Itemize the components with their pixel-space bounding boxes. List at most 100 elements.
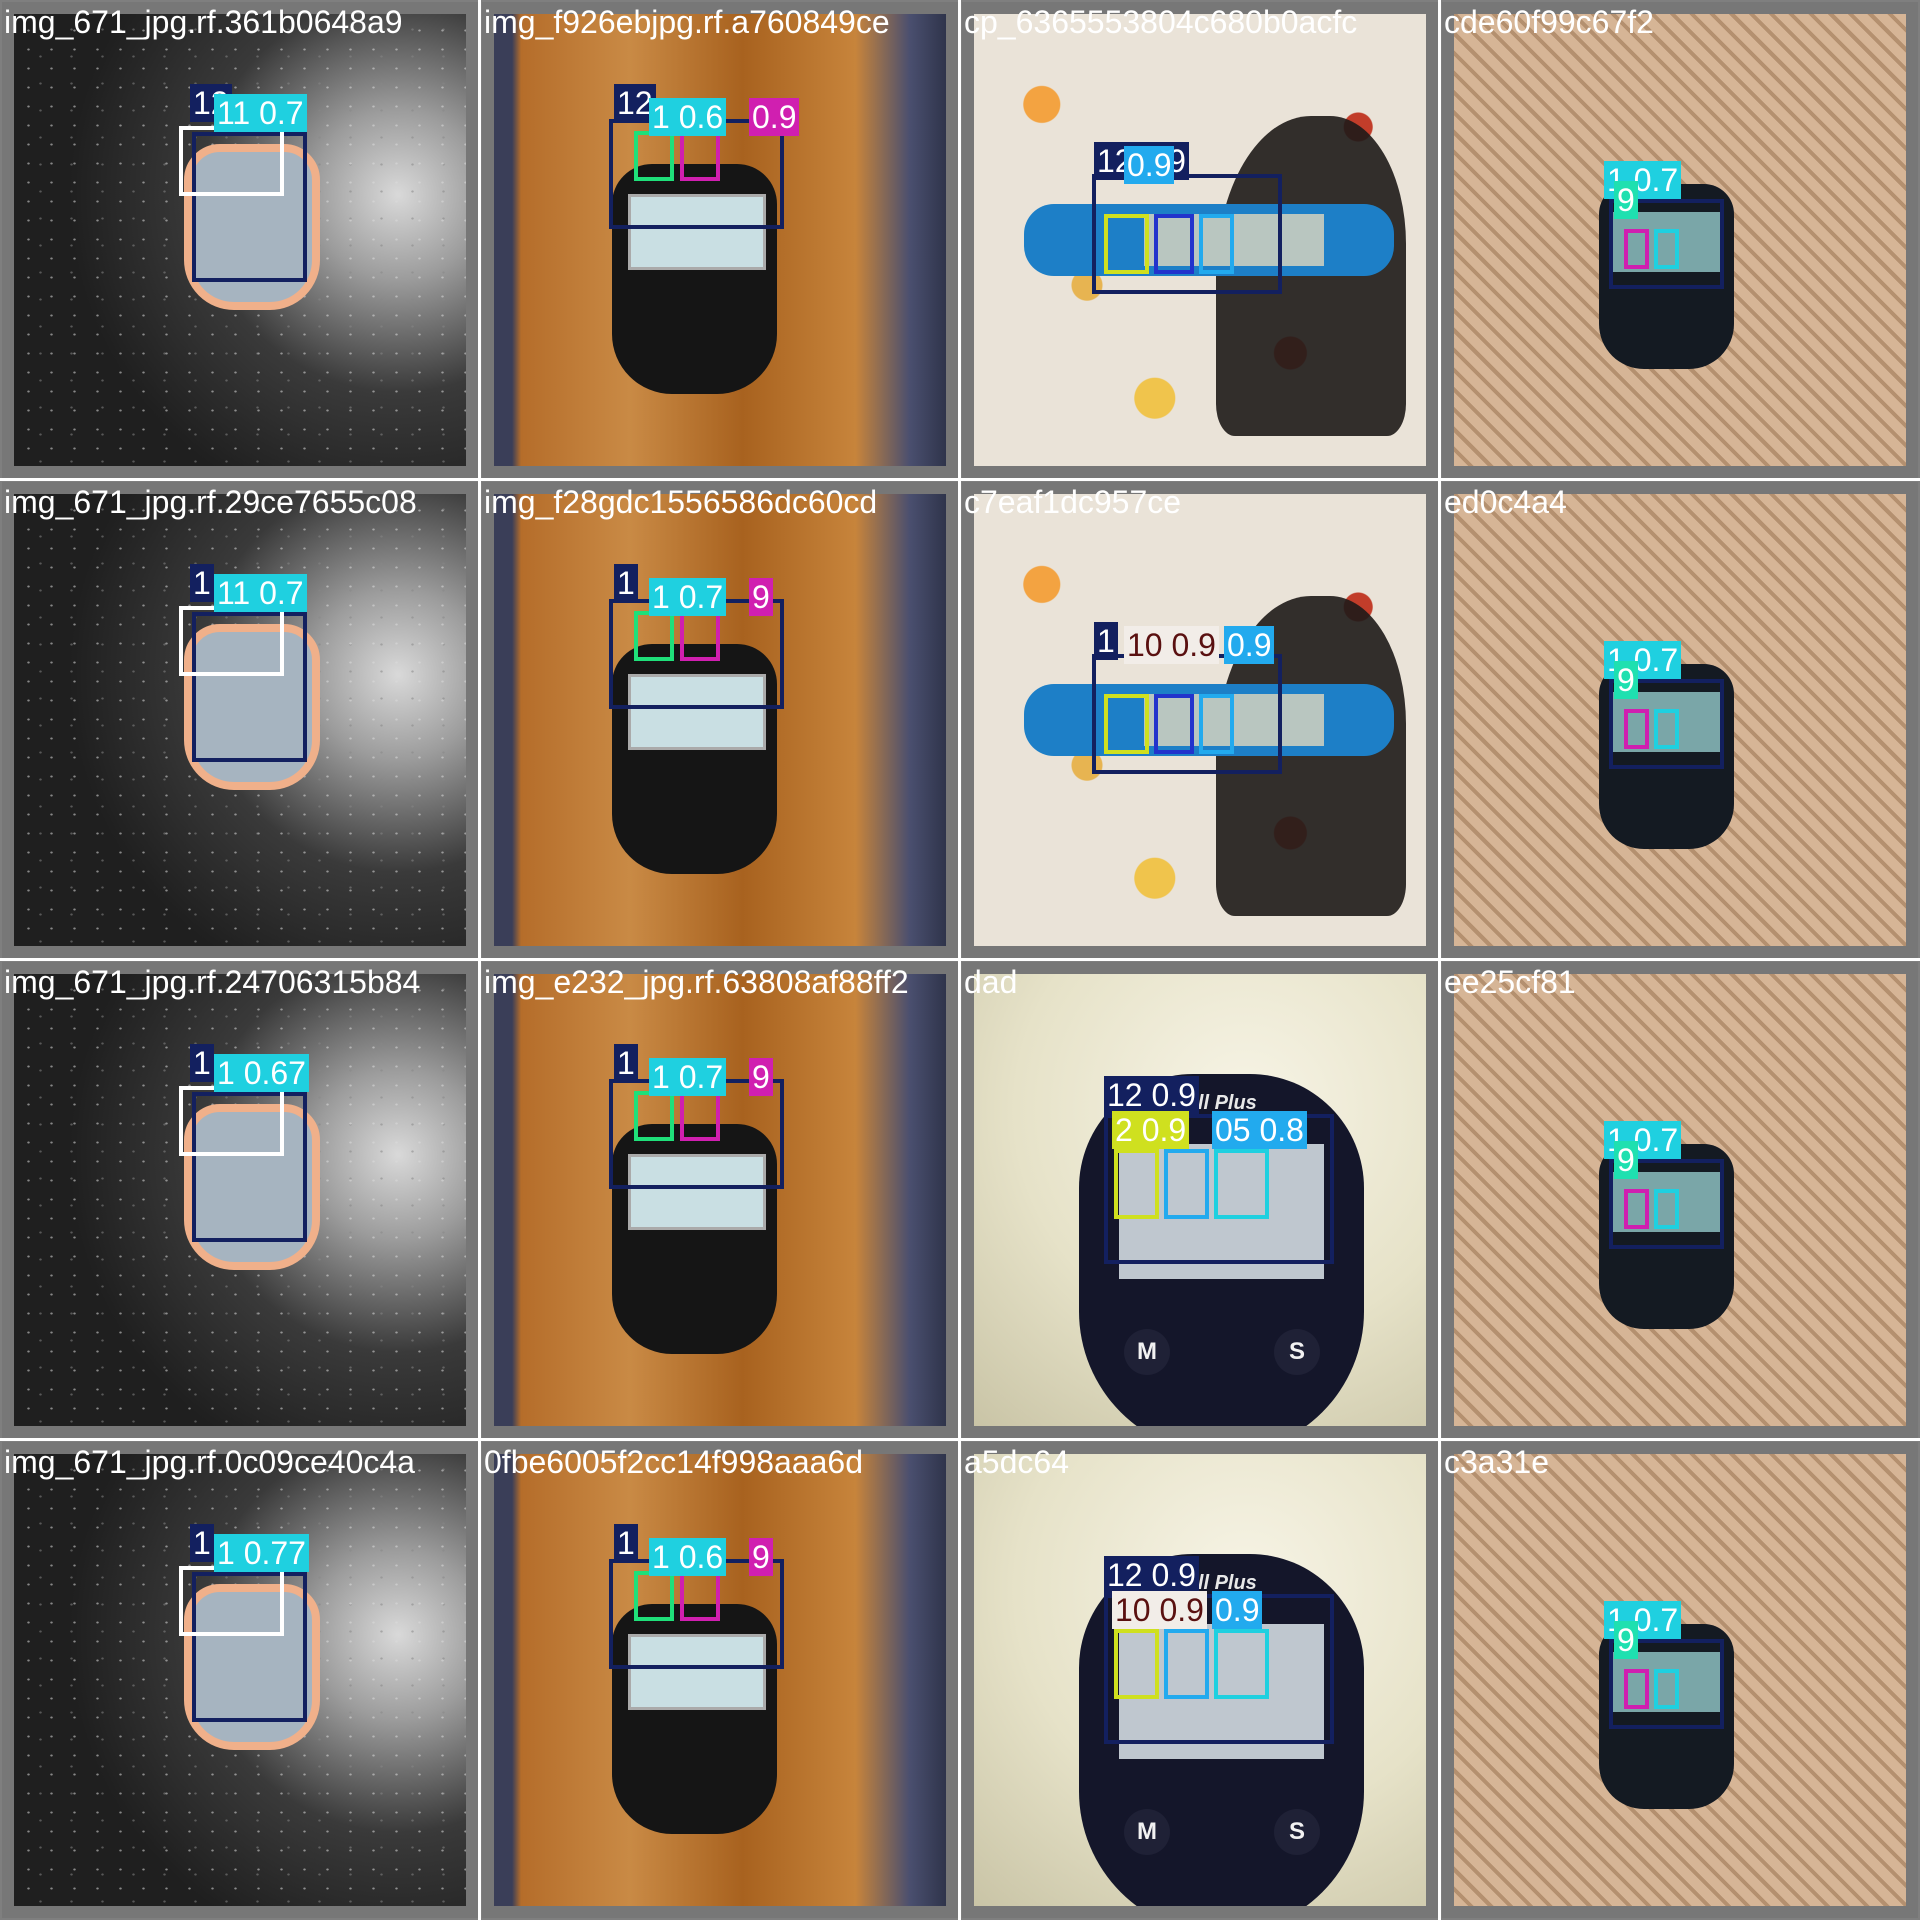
tile-r1c2: 12 1 0.6 0.9 img_f926ebjpg.rf.a760849ce [482, 2, 958, 478]
tile-photo: On Call PlusMS12 0.910 0.90.9 [974, 1454, 1426, 1906]
tile-r1c4: 1 0.7 9 cde60f99c67f2 [1442, 2, 1918, 478]
detection-box [634, 1571, 674, 1621]
tile-title: img_671_jpg.rf.0c09ce40c4a [4, 1444, 415, 1480]
tile-title: a5dc64 [964, 1444, 1069, 1480]
tile-r3c2: 1 1 0.7 9 img_e232_jpg.rf.63808af88ff2 [482, 962, 958, 1438]
tile-r1c1: 12 11 0.7 img_671_jpg.rf.361b0648a9 [2, 2, 478, 478]
tile-r2c2: 1 1 0.7 9 img_f28gdc1556586dc60cd [482, 482, 958, 958]
tile-photo: 1 1 0.6 9 [494, 1454, 946, 1906]
detection-label: 1 0.77 [214, 1534, 309, 1572]
detection-label: 11 0.7 [214, 94, 307, 132]
meter-m-button: M [1124, 1329, 1170, 1375]
detection-label: 11 0.7 [214, 574, 307, 612]
detection-label: 10 0.9 [1112, 1591, 1207, 1629]
detection-box [1214, 1149, 1269, 1219]
detection-box [1164, 1629, 1209, 1699]
tile-r3c1: 11 0.67 img_671_jpg.rf.24706315b84 [2, 962, 478, 1438]
detection-box [1624, 229, 1649, 269]
detection-box [1104, 694, 1149, 754]
detection-label: 0.9 [749, 98, 800, 136]
grid-divider-horizontal [0, 1438, 1920, 1441]
tile-title: cp_6365553804c680b0acfc [964, 4, 1358, 40]
grid-divider-horizontal [0, 958, 1920, 961]
tile-title: img_671_jpg.rf.24706315b84 [4, 964, 421, 1000]
tile-title: ed0c4a4 [1444, 484, 1567, 520]
tile-title: img_e232_jpg.rf.63808af88ff2 [484, 964, 909, 1000]
detection-label: 9 [1614, 181, 1638, 219]
detection-label: 1 [190, 1524, 214, 1562]
detection-label: 0.9 [1212, 1591, 1263, 1629]
detection-box [179, 126, 284, 196]
tile-photo: 12 11 0.7 [14, 14, 466, 466]
detection-box [1654, 1189, 1679, 1229]
tile-title: img_671_jpg.rf.361b0648a9 [4, 4, 403, 40]
detection-label: 2 0.9 [1112, 1111, 1190, 1149]
grid-divider-vertical [1438, 0, 1441, 1920]
tile-title: img_f28gdc1556586dc60cd [484, 484, 878, 520]
detection-box [179, 1086, 284, 1156]
detection-label: 1 [190, 564, 214, 602]
tile-title: 0fbe6005f2cc14f998aaa6d [484, 1444, 864, 1480]
tile-r4c2: 1 1 0.6 9 0fbe6005f2cc14f998aaa6d [482, 1442, 958, 1918]
tile-photo: 1 1 0.7 9 [494, 974, 946, 1426]
tile-r4c1: 11 0.77 img_671_jpg.rf.0c09ce40c4a [2, 1442, 478, 1918]
detection-box [179, 1566, 284, 1636]
tile-photo: 11 0.67 [14, 974, 466, 1426]
tile-r3c3: On Call PlusMS12 0.92 0.905 0.8dad [962, 962, 1438, 1438]
detection-label: 9 [1614, 1621, 1638, 1659]
detection-box [1164, 1149, 1209, 1219]
tile-photo: 1 0.7 9 [1454, 1454, 1906, 1906]
detection-label: 1 [614, 1044, 638, 1082]
tile-photo: 1 0.7 9 [1454, 494, 1906, 946]
tile-photo: 1 10 0.9 0.9 [974, 494, 1426, 946]
detection-label: 10 0.9 [1124, 626, 1219, 664]
tile-photo: 1 0.7 9 [1454, 974, 1906, 1426]
tile-photo: 12 0.90.9 [974, 14, 1426, 466]
detection-label: 9 [749, 1538, 773, 1576]
tile-photo: 1 0.7 9 [1454, 14, 1906, 466]
detection-box [634, 1091, 674, 1141]
detection-box [1104, 214, 1149, 274]
tile-r2c3: 1 10 0.9 0.9 c7eaf1dc957ce [962, 482, 1438, 958]
detection-box [1154, 694, 1194, 754]
detection-box [1199, 214, 1234, 274]
detection-label: 05 0.8 [1212, 1111, 1307, 1149]
detection-box [1214, 1629, 1269, 1699]
detection-label: 12 0.9 [1104, 1556, 1199, 1594]
tile-r4c4: 1 0.7 9 c3a31e [1442, 1442, 1918, 1918]
detection-label: 12 0.9 [1104, 1076, 1199, 1114]
tile-r1c3: 12 0.90.9cp_6365553804c680b0acfc [962, 2, 1438, 478]
detection-label: 1 0.67 [214, 1054, 309, 1092]
detection-box [680, 1091, 720, 1141]
detection-label: 0.9 [1224, 626, 1275, 664]
tile-photo: 12 1 0.6 0.9 [494, 14, 946, 466]
tile-photo: 11 0.77 [14, 1454, 466, 1906]
detection-box [1114, 1149, 1159, 1219]
detection-label: 1 0.7 [649, 578, 727, 616]
detection-box [1624, 709, 1649, 749]
detection-box [680, 131, 720, 181]
detection-label: 1 0.7 [649, 1058, 727, 1096]
detection-box [680, 611, 720, 661]
detection-label: 1 0.6 [649, 98, 727, 136]
detection-label: 0.9 [1124, 146, 1175, 184]
detection-box [1624, 1669, 1649, 1709]
detection-box [1199, 694, 1234, 754]
meter-s-button: S [1274, 1329, 1320, 1375]
tile-photo: 1 11 0.7 [14, 494, 466, 946]
detection-mosaic: 12 11 0.7 img_671_jpg.rf.361b0648a9 12 1 0.6… [0, 0, 1920, 1920]
meter-m-button: M [1124, 1809, 1170, 1855]
tile-r3c4: 1 0.7 9 ee25cf81 [1442, 962, 1918, 1438]
tile-title: dad [964, 964, 1018, 1000]
detection-box [680, 1571, 720, 1621]
detection-label: 1 [1094, 622, 1118, 660]
detection-box [634, 131, 674, 181]
tile-photo: 1 1 0.7 9 [494, 494, 946, 946]
detection-label: 1 [614, 564, 638, 602]
tile-r4c3: On Call PlusMS12 0.910 0.90.9a5dc64 [962, 1442, 1438, 1918]
detection-box [1114, 1629, 1159, 1699]
detection-box [1654, 1669, 1679, 1709]
tile-r2c4: 1 0.7 9 ed0c4a4 [1442, 482, 1918, 958]
detection-box [1624, 1189, 1649, 1229]
detection-box [1154, 214, 1194, 274]
